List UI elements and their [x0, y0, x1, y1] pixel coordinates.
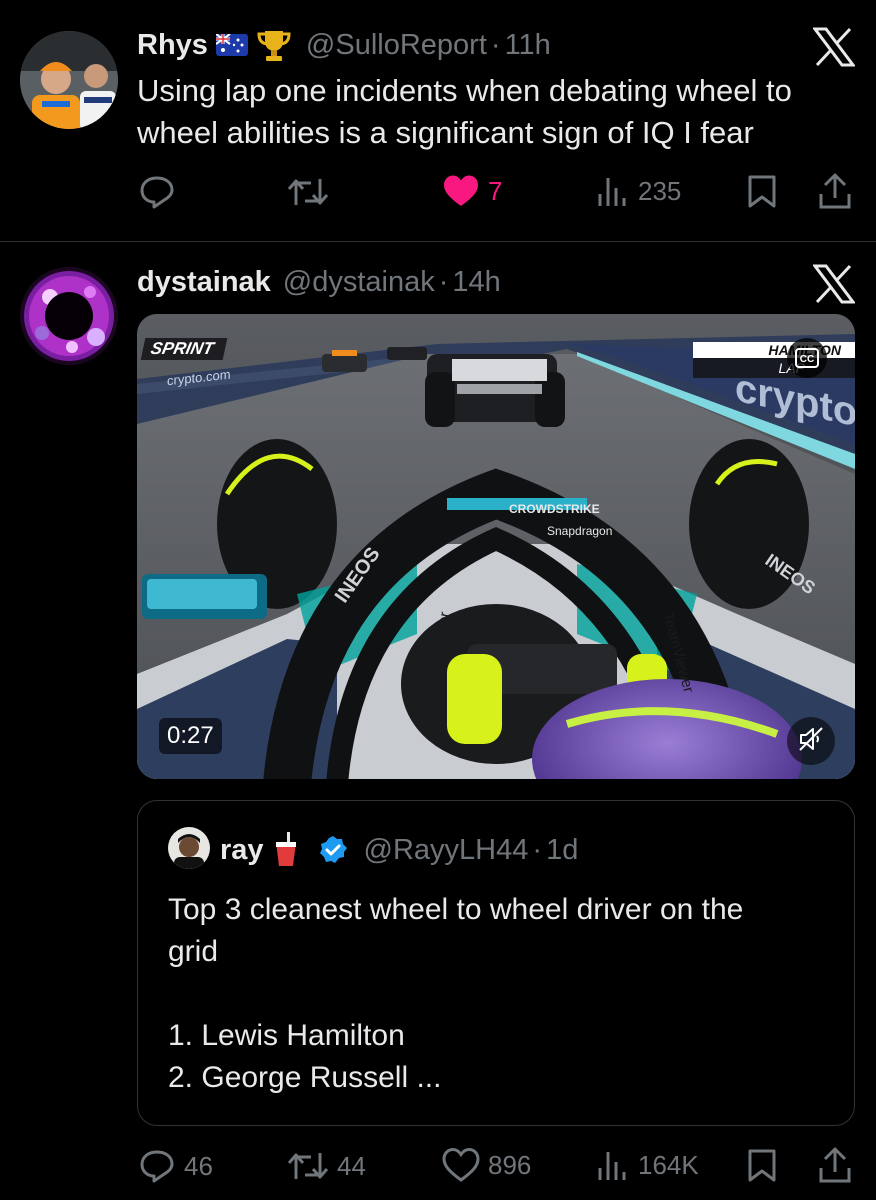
reply-button[interactable]: 46	[138, 1147, 213, 1185]
like-count: 896	[488, 1149, 532, 1180]
author-name[interactable]: Rhys	[137, 29, 208, 62]
quoted-list-item: 1. Lewis Hamilton	[168, 1019, 405, 1052]
repost-icon	[287, 1149, 329, 1183]
video-player[interactable]: SPRINT crypto.com crypto.c HAMILTON LAP …	[137, 314, 855, 779]
timestamp[interactable]: 14h	[452, 266, 500, 299]
x-logo-icon	[812, 264, 856, 304]
reply-icon	[138, 173, 176, 211]
views-count: 164K	[638, 1149, 699, 1180]
bookmark-button[interactable]	[747, 174, 777, 208]
quoted-timestamp[interactable]: 1d	[546, 834, 578, 867]
quoted-author-name[interactable]: ray	[220, 834, 264, 867]
bookmark-icon	[747, 174, 777, 208]
like-icon	[442, 1148, 480, 1182]
separator-dot: ·	[532, 833, 543, 866]
sprint-badge: SPRINT	[140, 338, 228, 360]
video-duration: 0:27	[159, 718, 222, 754]
repost-count: 44	[337, 1150, 366, 1181]
quoted-text-line: Top 3 cleanest wheel to wheel driver on …	[168, 893, 744, 926]
reply-count: 46	[184, 1150, 213, 1181]
reply-icon	[138, 1147, 176, 1185]
repost-button[interactable]: 44	[287, 1149, 366, 1183]
mute-button[interactable]	[787, 717, 835, 765]
like-button[interactable]: 7	[442, 174, 502, 208]
nose-sponsor: Snapdragon	[547, 524, 613, 538]
svg-text:CC: CC	[800, 354, 814, 365]
quoted-author-handle[interactable]: @RayyLH44	[364, 834, 529, 867]
views-button[interactable]: 164K	[596, 1148, 699, 1182]
views-icon	[596, 1148, 630, 1182]
share-icon	[818, 1146, 852, 1184]
driver-banner: HAMILTON LAP	[693, 342, 855, 382]
reply-button[interactable]	[138, 173, 176, 211]
mute-icon	[798, 726, 824, 757]
like-count: 7	[488, 175, 503, 206]
quoted-text: Top 3 cleanest wheel to wheel driver on …	[168, 889, 838, 1099]
quoted-tweet[interactable]: ray @RayyLH44 · 1d Top 3 cleanest wheel …	[137, 800, 855, 1126]
share-button[interactable]	[818, 172, 852, 210]
cc-icon[interactable]: CC	[787, 338, 827, 378]
avatar-dystainak[interactable]	[20, 267, 118, 365]
author-handle[interactable]: @dystainak	[283, 266, 435, 299]
repost-button[interactable]	[287, 175, 329, 209]
avatar-rhys[interactable]	[20, 31, 118, 129]
divider	[0, 241, 876, 242]
separator-dot: ·	[490, 28, 501, 61]
drink-icon	[272, 832, 300, 868]
share-icon	[818, 172, 852, 210]
views-button[interactable]: 235	[596, 174, 681, 208]
like-icon	[442, 174, 480, 208]
timestamp[interactable]: 11h	[505, 29, 551, 62]
views-icon	[596, 174, 630, 208]
tweet-text-line: Using lap one incidents when debating wh…	[137, 73, 792, 108]
author-name[interactable]: dystainak	[137, 266, 271, 299]
views-count: 235	[638, 175, 682, 206]
share-button[interactable]	[818, 1146, 852, 1184]
tweet-text-line: wheel abilities is a significant sign of…	[137, 115, 754, 150]
flag-icon	[215, 33, 248, 56]
repost-icon	[287, 175, 329, 209]
bookmark-icon	[747, 1148, 777, 1182]
trophy-icon	[256, 27, 292, 63]
bookmark-button[interactable]	[747, 1148, 777, 1182]
separator-dot: ·	[438, 266, 449, 298]
verified-badge-icon	[318, 835, 348, 865]
x-logo-icon	[812, 27, 856, 67]
quoted-text-line: grid	[168, 935, 219, 968]
quoted-list-item: 2. George Russell ...	[168, 1061, 442, 1094]
like-button[interactable]: 896	[442, 1148, 531, 1182]
author-handle[interactable]: @SulloReport	[306, 29, 487, 62]
avatar-ray[interactable]	[168, 827, 210, 869]
halo-sponsor: CROWDSTRIKE	[509, 502, 600, 516]
